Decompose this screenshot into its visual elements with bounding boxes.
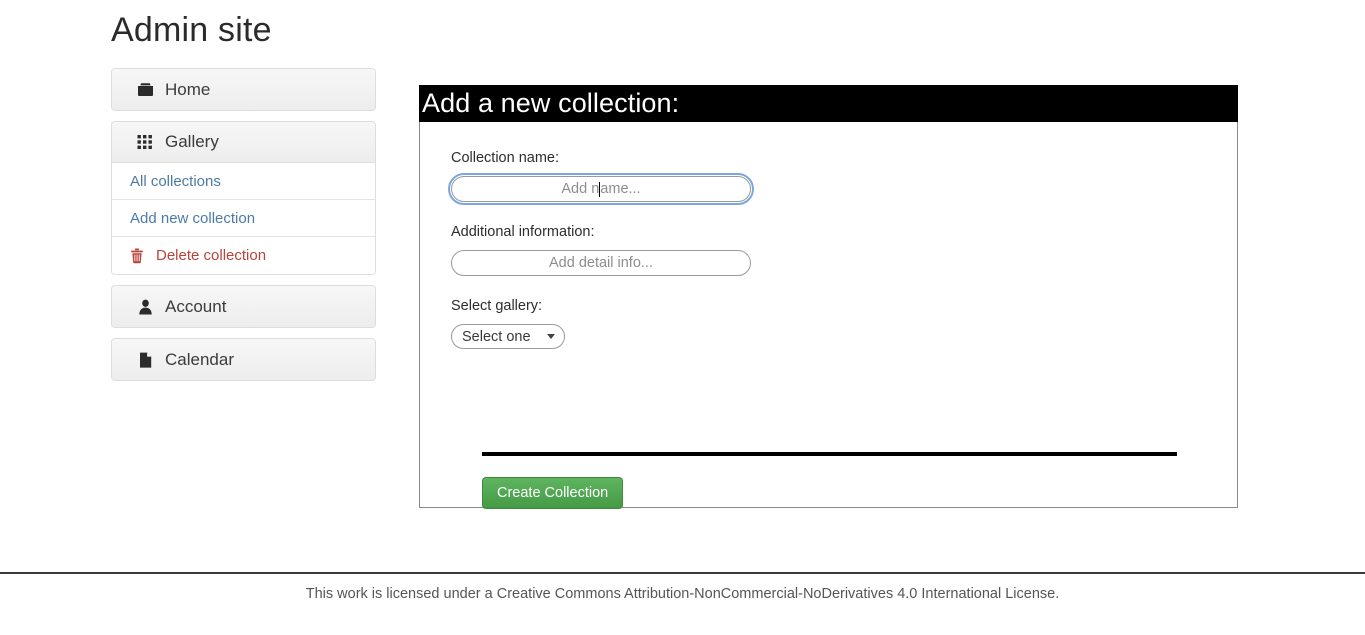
collection-name-label: Collection name:: [451, 150, 559, 166]
sidebar-item-add-new-collection[interactable]: Add new collection: [112, 200, 375, 237]
sidebar-item-account-label: Account: [165, 296, 227, 316]
main-header-title: Add a new collection:: [422, 88, 680, 118]
sidebar-item-calendar[interactable]: Calendar: [112, 339, 375, 380]
sidebar-item-calendar-label: Calendar: [165, 349, 234, 369]
page-root: Admin site Home Gallery All collections …: [0, 0, 1365, 635]
sidebar: Admin site Home Gallery All collections …: [111, 10, 376, 391]
collection-name-input[interactable]: Add name...: [448, 173, 754, 205]
folder-icon: [136, 81, 154, 99]
additional-information-label: Additional information:: [451, 224, 595, 240]
page-title: Admin site: [111, 11, 272, 49]
trash-icon: [128, 247, 146, 265]
sidebar-item-home-label: Home: [165, 79, 211, 99]
sidebar-panel-account: Account: [111, 285, 376, 328]
sidebar-panel-calendar: Calendar: [111, 338, 376, 381]
grid-icon: [136, 133, 154, 151]
user-icon: [136, 298, 154, 316]
sidebar-item-delete-collection-label: Delete collection: [156, 247, 267, 264]
sidebar-item-all-collections[interactable]: All collections: [112, 163, 375, 200]
sidebar-item-gallery-label: Gallery: [165, 132, 219, 151]
sidebar-panel-gallery: Gallery All collections Add new collecti…: [111, 121, 376, 275]
footer-license-text: This work is licensed under a Creative C…: [305, 586, 1060, 602]
sidebar-item-account[interactable]: Account: [112, 286, 375, 327]
collection-form-panel: Collection name: Add name... Additional …: [419, 122, 1238, 509]
chevron-down-icon: [546, 334, 555, 339]
sidebar-item-gallery[interactable]: Gallery: [112, 122, 375, 163]
sidebar-item-all-collections-label: All collections: [130, 172, 221, 190]
page-icon: [136, 351, 154, 369]
main-content: Add a new collection: Collection name: A…: [419, 85, 1238, 509]
field-select-gallery: Select gallery: Select one: [451, 298, 1237, 349]
sidebar-item-home[interactable]: Home: [112, 69, 375, 110]
sidebar-item-add-new-collection-label: Add new collection: [130, 209, 256, 227]
create-collection-button[interactable]: Create Collection: [482, 477, 624, 509]
sidebar-panel-home: Home: [111, 68, 376, 111]
additional-information-placeholder: Add detail info...: [549, 255, 653, 271]
collection-name-placeholder: Add name...: [561, 181, 641, 197]
sidebar-gallery-list: All collections Add new collection Delet…: [112, 163, 375, 274]
text-caret: [599, 181, 601, 197]
main-header-bar: Add a new collection:: [419, 85, 1238, 122]
additional-information-input[interactable]: Add detail info...: [451, 250, 751, 276]
footer-divider: [0, 572, 1365, 574]
field-collection-name: Collection name: Add name...: [448, 150, 1237, 205]
select-gallery-dropdown[interactable]: Select one: [451, 324, 565, 349]
form-separator: [482, 452, 1177, 456]
select-gallery-label: Select gallery:: [451, 298, 543, 314]
sidebar-item-delete-collection[interactable]: Delete collection: [112, 237, 375, 274]
create-collection-button-label: Create Collection: [497, 485, 609, 501]
field-additional-information: Additional information: Add detail info.…: [451, 224, 1237, 276]
select-gallery-value: Select one: [462, 328, 531, 345]
